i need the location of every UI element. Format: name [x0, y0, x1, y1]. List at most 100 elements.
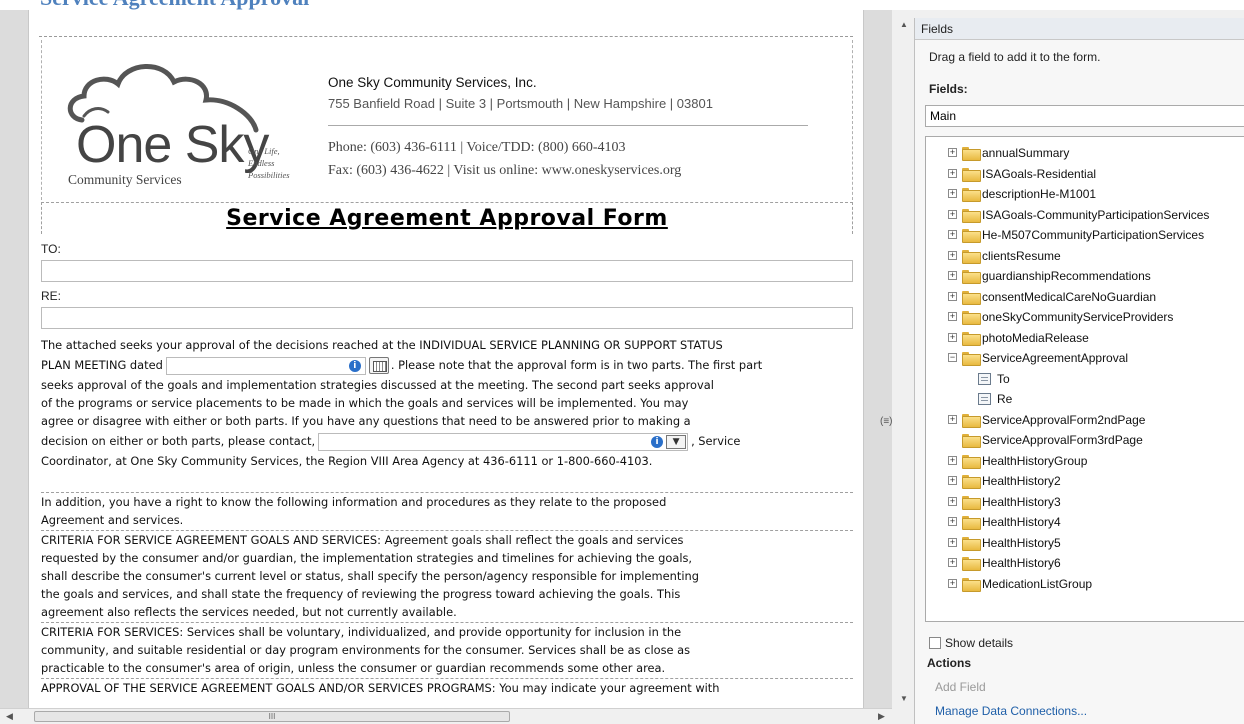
add-field-link[interactable]: Add Field [935, 680, 986, 694]
tree-group-item[interactable]: + HealthHistory6 [926, 553, 1244, 573]
paragraph-approval: APPROVAL OF THE SERVICE AGREEMENT GOALS … [41, 678, 853, 697]
intro-text: , Service [691, 434, 741, 448]
horizontal-scrollbar[interactable]: ◀ III ▶ [0, 708, 892, 724]
criteria-line: shall describe the consumer's current le… [41, 569, 699, 583]
tree-group-item[interactable]: + oneSkyCommunityServiceProviders [926, 307, 1244, 327]
scroll-left-icon[interactable]: ◀ [6, 711, 13, 722]
expand-icon[interactable]: + [948, 558, 957, 567]
tree-group-item[interactable]: + HealthHistory3 [926, 492, 1244, 512]
title-section: Service Agreement Approval Form [41, 202, 853, 234]
folder-icon [962, 536, 981, 551]
tree-group-item[interactable]: + photoMediaRelease [926, 328, 1244, 348]
scroll-down-icon[interactable]: ▼ [900, 694, 908, 703]
tree-group-item[interactable]: + annualSummary [926, 143, 1244, 163]
tree-group-item[interactable]: + consentMedicalCareNoGuardian [926, 287, 1244, 307]
expand-icon[interactable]: + [948, 496, 957, 506]
tree-group-item[interactable]: + HealthHistory4 [926, 512, 1244, 532]
expand-icon[interactable]: + [948, 332, 957, 342]
rights-line: Agreement and services. [41, 513, 184, 527]
calendar-icon[interactable] [368, 357, 389, 374]
expand-icon[interactable]: + [948, 230, 957, 239]
criteria-line: requested by the consumer and/or guardia… [41, 551, 693, 565]
folder-icon [962, 352, 981, 366]
tree-group-item[interactable]: + descriptionHe-M1001 [926, 184, 1244, 204]
folder-icon [962, 208, 981, 223]
company-name: One Sky Community Services, Inc. [328, 75, 537, 90]
intro-line: The attached seeks your approval of the … [41, 338, 723, 352]
tree-group-item[interactable]: + MedicationListGroup [926, 574, 1244, 594]
folder-icon [962, 475, 981, 489]
field-icon [978, 372, 991, 385]
tree-group-item[interactable]: + guardianshipRecommendations [926, 266, 1244, 286]
intro-text: PLAN MEETING dated [41, 358, 163, 372]
meeting-date-field[interactable]: i [165, 356, 366, 375]
intro-line-contact: decision on either or both parts, please… [41, 430, 853, 452]
expand-icon[interactable]: + [948, 517, 957, 526]
expand-icon[interactable]: + [948, 312, 957, 321]
tree-group-item[interactable]: ServiceApprovalForm3rdPage [926, 430, 1244, 450]
folder-icon [962, 188, 981, 202]
tree-field-item[interactable]: To [926, 369, 1244, 389]
partial-heading-strip: Service Agreement Approval [0, 0, 1244, 10]
expand-icon[interactable]: + [948, 414, 957, 424]
horizontal-scroll-thumb[interactable]: III [34, 711, 510, 722]
folder-icon [962, 229, 981, 243]
folder-icon [962, 147, 981, 161]
datasource-select[interactable]: Main [925, 105, 1244, 127]
section-divider [39, 36, 853, 37]
folder-icon [962, 454, 981, 469]
tree-group-item[interactable]: + ISAGoals-CommunityParticipationServices [926, 205, 1244, 225]
pane-title: Fields [915, 18, 1244, 40]
tree-item-label: HealthHistory2 [982, 474, 1061, 488]
expand-icon[interactable]: + [948, 271, 957, 280]
re-field[interactable] [41, 307, 853, 329]
coordinator-dropdown[interactable]: i ▼ [318, 432, 689, 451]
tree-item-label: annualSummary [982, 146, 1070, 160]
expand-icon[interactable]: + [948, 537, 957, 547]
tree-group-item[interactable]: + clientsResume [926, 246, 1244, 266]
show-details-checkbox[interactable] [929, 637, 941, 649]
expand-icon[interactable]: + [948, 476, 957, 485]
scroll-up-icon[interactable]: ▲ [900, 20, 908, 29]
header-rule [328, 125, 808, 126]
logo-tagline-2: Endless [248, 158, 275, 168]
dropdown-icon[interactable]: ▼ [666, 434, 687, 449]
tree-item-label: ISAGoals-CommunityParticipationServices [982, 207, 1210, 222]
tree-group-item[interactable]: + HealthHistory5 [926, 533, 1244, 553]
folder-icon [962, 557, 981, 571]
expand-icon[interactable]: + [948, 250, 957, 260]
tree-group-item[interactable]: − ServiceAgreementApproval [926, 348, 1244, 368]
manage-data-connections-link[interactable]: Manage Data Connections... [935, 704, 1087, 718]
criteria-line: CRITERIA FOR SERVICE AGREEMENT GOALS AND… [41, 533, 684, 547]
tree-field-item[interactable]: Re [926, 389, 1244, 409]
tree-item-label: He-M507CommunityParticipationServices [982, 228, 1205, 242]
to-field[interactable] [41, 260, 853, 282]
collapse-icon[interactable]: − [948, 353, 957, 362]
scroll-right-icon[interactable]: ▶ [878, 711, 885, 722]
expand-icon[interactable]: + [948, 168, 957, 178]
expand-icon[interactable]: + [948, 578, 957, 588]
tree-item-label: oneSkyCommunityServiceProviders [982, 310, 1174, 324]
approval-line: APPROVAL OF THE SERVICE AGREEMENT GOALS … [41, 681, 720, 695]
criteria-line: practicable to the consumer's area of or… [41, 661, 666, 675]
company-phone: Phone: (603) 436-6111 | Voice/TDD: (800)… [328, 140, 626, 155]
pane-hint: Drag a field to add it to the form. [929, 50, 1101, 64]
intro-line: Coordinator, at One Sky Community Servic… [41, 454, 653, 468]
tree-group-item[interactable]: + ServiceApprovalForm2ndPage [926, 410, 1244, 430]
tree-group-item[interactable]: + He-M507CommunityParticipationServices [926, 225, 1244, 245]
logo-wordmark: One Sky [76, 116, 269, 174]
expand-icon[interactable]: + [948, 189, 957, 198]
folder-icon [962, 516, 981, 530]
tree-group-item[interactable]: + HealthHistoryGroup [926, 451, 1244, 471]
vertical-scrollbar[interactable]: ▲ ▼ [896, 14, 912, 724]
expand-icon[interactable]: + [948, 455, 957, 465]
expand-icon[interactable]: + [948, 209, 957, 219]
rights-line: In addition, you have a right to know th… [41, 495, 667, 509]
tree-group-item[interactable]: + HealthHistory2 [926, 471, 1244, 491]
tree-group-item[interactable]: + ISAGoals-Residential [926, 164, 1244, 184]
expand-icon[interactable]: + [948, 291, 957, 301]
form-canvas: One Sky One Life, Endless Possibilities … [0, 10, 892, 708]
expand-icon[interactable]: + [948, 148, 957, 157]
pane-splitter-icon[interactable]: (≡) [880, 416, 893, 427]
paragraph-intro: The attached seeks your approval of the … [41, 336, 853, 470]
